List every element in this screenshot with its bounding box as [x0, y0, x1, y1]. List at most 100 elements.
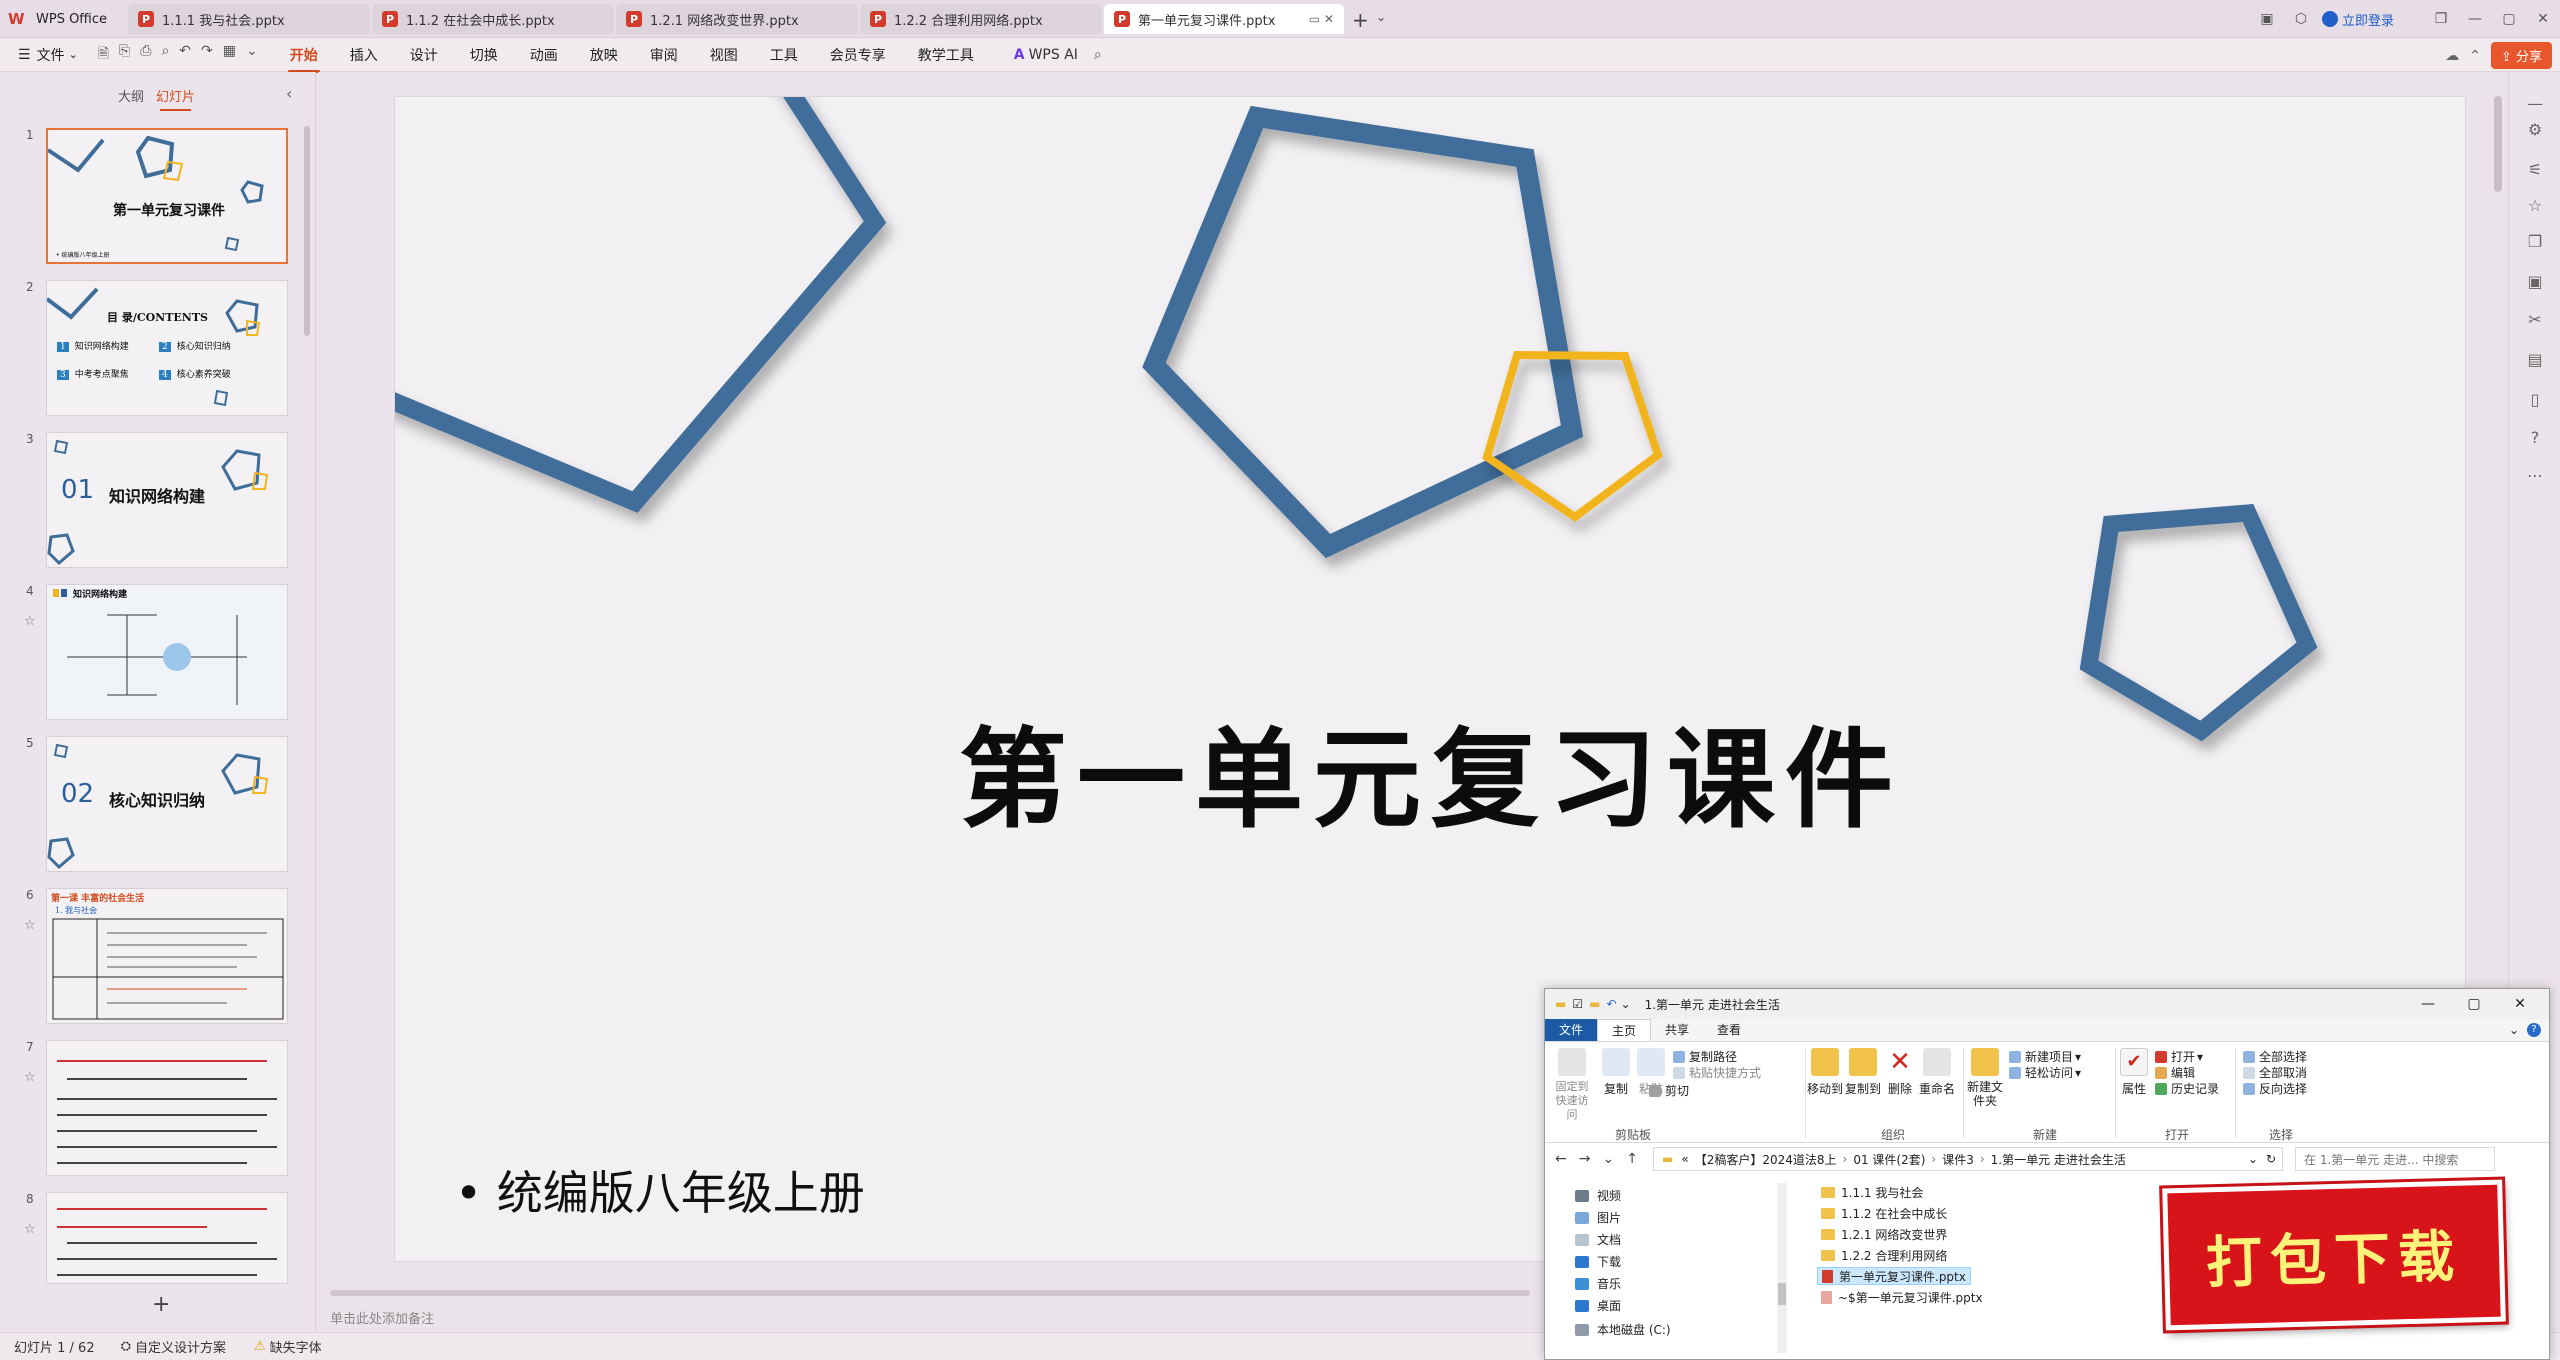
history-button[interactable]: 历史记录 [2155, 1080, 2219, 1097]
slide-thumbnail[interactable]: 3 01 知识网络构建 [0, 432, 300, 572]
help-icon[interactable]: ? [2525, 428, 2545, 447]
tab-animation[interactable]: 动画 [530, 45, 558, 65]
rename-button[interactable]: 重命名 [1917, 1048, 1957, 1097]
star-icon[interactable]: ☆ [24, 614, 36, 629]
breadcrumb[interactable]: « [1681, 1152, 1688, 1166]
slide-thumbnail[interactable]: 8 ☆ [0, 1192, 300, 1284]
star-icon[interactable]: ☆ [24, 1070, 36, 1085]
minimize-panel-icon[interactable]: — [2525, 94, 2545, 113]
chevron-down-icon[interactable]: ⌄ [2509, 1023, 2519, 1037]
move-to-button[interactable]: 移动到 [1807, 1048, 1843, 1097]
tab-list-chevron-icon[interactable]: ⌄ [1376, 10, 1386, 24]
select-none-button[interactable]: 全部取消 [2243, 1064, 2307, 1081]
maximize-icon[interactable]: ▢ [2492, 11, 2526, 27]
tab-design[interactable]: 设计 [410, 45, 438, 65]
edit-button[interactable]: 编辑 [2155, 1064, 2195, 1081]
collapse-panel-icon[interactable]: ‹ [286, 84, 292, 103]
forward-icon[interactable]: → [1579, 1151, 1591, 1167]
cloud-sync-icon[interactable]: ☁ [2445, 48, 2459, 64]
folder-item[interactable]: 1.2.2 合理利用网络 [1817, 1246, 1951, 1264]
nav-item-documents[interactable]: 文档 [1575, 1231, 1621, 1248]
preview-icon[interactable]: ⌕ [161, 43, 169, 67]
star-icon[interactable]: ☆ [24, 918, 36, 933]
ribbon-tab-share[interactable]: 共享 [1651, 1019, 1703, 1041]
paste-shortcut-button[interactable]: 粘贴快捷方式 [1673, 1064, 1761, 1081]
slide-preview[interactable]: 第一课 丰富的社会生活 1. 我与社会 [46, 888, 288, 1024]
minimize-icon[interactable]: — [2405, 996, 2451, 1012]
copy-path-button[interactable]: 复制路径 [1673, 1048, 1737, 1065]
back-icon[interactable]: ← [1555, 1151, 1567, 1167]
doc-tab[interactable]: P 1.2.1 网络改变世界.pptx [616, 4, 858, 34]
print-icon[interactable]: ⎙ [140, 43, 151, 67]
select-all-button[interactable]: 全部选择 [2243, 1048, 2307, 1065]
tab-member[interactable]: 会员专享 [830, 45, 886, 65]
folder-item[interactable]: 1.1.2 在社会中成长 [1817, 1204, 1951, 1222]
slide-preview[interactable]: 知识网络构建 [46, 584, 288, 720]
doc-tab[interactable]: P 1.2.2 合理利用网络.pptx [860, 4, 1102, 34]
nav-item-music[interactable]: 音乐 [1575, 1275, 1621, 1292]
star-icon[interactable]: ☆ [24, 1222, 36, 1237]
address-path[interactable]: ▬ « 【2稿客户】2024道法8上 › 01 课件(2套) › 课件3 › 1… [1653, 1147, 2283, 1171]
tab-slideshow[interactable]: 放映 [590, 45, 618, 65]
nav-scrollbar[interactable] [1777, 1183, 1787, 1353]
file-item[interactable]: ~$第一单元复习课件.pptx [1817, 1288, 1987, 1306]
chevron-down-icon[interactable]: ⌄ [1621, 997, 1631, 1011]
slide-preview[interactable] [46, 1040, 288, 1176]
close-icon[interactable]: ✕ [2526, 11, 2560, 27]
adjust-icon[interactable]: ⚟ [2525, 160, 2545, 179]
nav-item-local-disk[interactable]: 本地磁盘 (C:) [1575, 1321, 1671, 1338]
tablet-icon[interactable]: ▯ [2525, 390, 2545, 409]
slide-preview[interactable]: 目 录/CONTENTS 1 知识网络构建 2 核心知识归纳 3 中考考点聚焦 4 核心… [46, 280, 288, 416]
doc-tab-active[interactable]: P 第一单元复习课件.pptx ▭ ✕ [1104, 4, 1344, 34]
tab-outline[interactable]: 大纲 [118, 86, 144, 105]
file-menu[interactable]: ☰ 文件 ⌄ [18, 45, 78, 65]
image-icon[interactable]: ▣ [2525, 272, 2545, 291]
breadcrumb[interactable]: 【2稿客户】2024道法8上 [1695, 1151, 1837, 1168]
login-button[interactable]: 立即登录 [2321, 10, 2394, 29]
box-icon[interactable]: ⬡ [2284, 11, 2318, 27]
share-button[interactable]: ⇪ 分享 [2490, 42, 2552, 69]
tab-close-icon[interactable]: ▭ ✕ [1301, 12, 1334, 26]
file-item-selected[interactable]: 第一单元复习课件.pptx [1817, 1267, 1971, 1285]
open-button[interactable]: 打开 ▾ [2155, 1048, 2203, 1065]
search-input[interactable]: 在 1.第一单元 走进... 中搜索 [2295, 1147, 2495, 1171]
copy-button[interactable]: 复制 [1601, 1048, 1631, 1097]
tab-home[interactable]: 开始 [287, 45, 320, 73]
slide-preview[interactable]: 第一单元复习课件 • 统编版八年级上册 [46, 128, 288, 264]
help-icon[interactable]: ? [2527, 1023, 2541, 1037]
folder-item[interactable]: 1.1.1 我与社会 [1817, 1183, 1927, 1201]
chevron-up-icon[interactable]: ⌃ [2469, 48, 2481, 64]
wps-home-tab[interactable]: W WPS Office [8, 6, 107, 32]
delete-button[interactable]: ✕ 删除 [1885, 1048, 1915, 1097]
slide-preview[interactable]: 01 知识网络构建 [46, 432, 288, 568]
missing-font[interactable]: 缺失字体 [270, 1337, 322, 1356]
properties-button[interactable]: ✔ 属性 [2119, 1048, 2149, 1097]
tab-slides[interactable]: 幻灯片 [156, 86, 195, 111]
breadcrumb[interactable]: 1.第一单元 走进社会生活 [1991, 1151, 2126, 1168]
tab-view[interactable]: 视图 [710, 45, 738, 65]
slide-thumbnail[interactable]: 5 02 核心知识归纳 [0, 736, 300, 876]
minimize-icon[interactable]: — [2458, 11, 2492, 27]
tab-insert[interactable]: 插入 [350, 45, 378, 65]
tab-teaching-tools[interactable]: 教学工具 [918, 45, 974, 65]
undo-icon[interactable]: ↶ [179, 43, 191, 67]
notes-placeholder[interactable]: 单击此处添加备注 [330, 1308, 434, 1327]
slide-thumbnail[interactable]: 2 目 录/CONTENTS 1 知识网络构建 2 核心知识归纳 3 中考考点聚焦 4… [0, 280, 300, 420]
ribbon-tab-home[interactable]: 主页 [1597, 1019, 1652, 1041]
close-icon[interactable]: ✕ [2497, 996, 2543, 1012]
slide-preview[interactable] [46, 1192, 288, 1284]
search-icon[interactable]: ⌕ [1094, 47, 1102, 63]
chevron-down-icon[interactable]: ⌄ [246, 43, 258, 67]
nav-item-desktop[interactable]: 桌面 [1575, 1297, 1621, 1314]
nav-item-downloads[interactable]: 下载 [1575, 1253, 1621, 1270]
slide-thumbnail[interactable]: 6 ☆ 第一课 丰富的社会生活 1. 我与社会 [0, 888, 300, 1028]
slide-horizontal-scrollbar[interactable] [330, 1290, 1530, 1296]
copy-to-button[interactable]: 复制到 [1845, 1048, 1881, 1097]
panel-scrollbar[interactable] [304, 126, 310, 336]
new-folder-button[interactable]: 新建文件夹 [1965, 1048, 2005, 1108]
check-icon[interactable]: ☑ [1572, 997, 1583, 1011]
maximize-icon[interactable]: ▢ [2451, 996, 2497, 1012]
slide-thumbnail[interactable]: 1 第一单元复习课件 • 统编版八年级上册 [0, 128, 300, 268]
folder-item[interactable]: 1.2.1 网络改变世界 [1817, 1225, 1951, 1243]
redo-icon[interactable]: ↷ [201, 43, 213, 67]
